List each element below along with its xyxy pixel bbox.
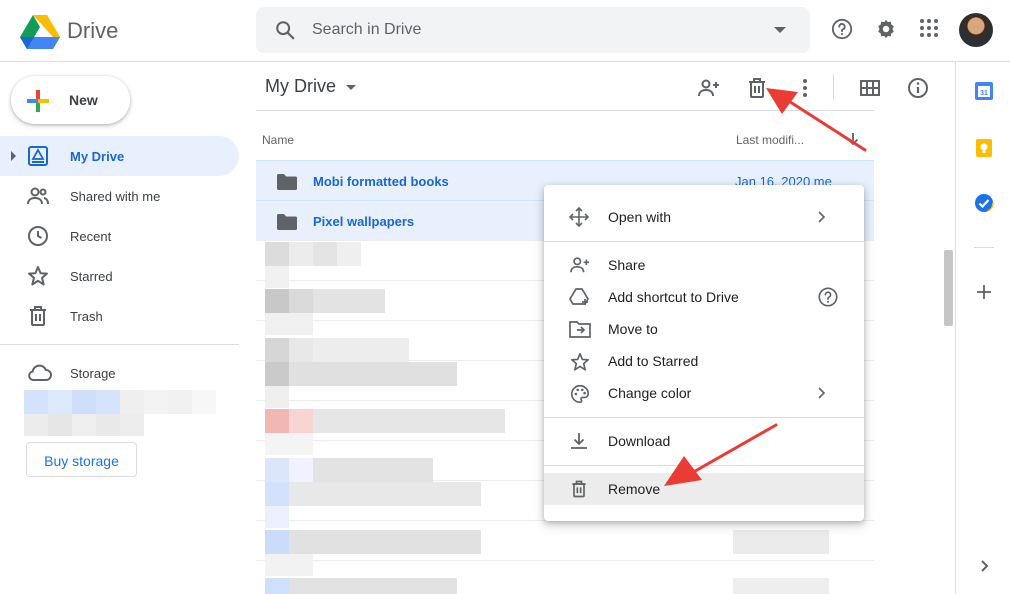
column-header-name[interactable]: Name <box>262 133 294 147</box>
trash-icon <box>26 304 50 328</box>
add-addon-icon[interactable] <box>974 282 994 302</box>
file-name: Mobi formatted books <box>313 174 449 189</box>
trash-icon <box>569 479 589 499</box>
people-icon <box>26 184 50 208</box>
menu-item-label: Change color <box>608 385 692 401</box>
share-add-person-icon[interactable] <box>697 76 721 100</box>
help-icon[interactable] <box>831 18 853 40</box>
palette-icon <box>569 383 591 405</box>
annotation-arrow-trash <box>766 88 867 152</box>
side-panel: 31 <box>955 62 1010 594</box>
search-bar[interactable]: Search in Drive <box>256 7 810 53</box>
cloud-icon <box>26 362 52 382</box>
star-icon <box>26 264 50 288</box>
svg-text:31: 31 <box>980 90 988 97</box>
clock-icon <box>26 224 50 248</box>
menu-item-label: Add to Starred <box>608 353 699 369</box>
search-input[interactable]: Search in Drive <box>312 21 421 39</box>
help-icon[interactable] <box>817 286 839 308</box>
buy-storage-label: Buy storage <box>44 453 119 469</box>
sidebar-item-starred[interactable]: Starred <box>0 256 239 296</box>
sidebar-item-label: Shared with me <box>70 189 161 204</box>
menu-item-label: Remove <box>608 481 661 497</box>
menu-item-share[interactable]: Share <box>544 249 864 281</box>
sidebar-item-label: Starred <box>70 269 113 284</box>
expand-arrow-icon[interactable] <box>11 151 16 161</box>
menu-item-move-to[interactable]: Move to <box>544 313 864 345</box>
folder-icon <box>276 173 298 191</box>
menu-separator <box>544 241 864 242</box>
menu-item-open-with[interactable]: Open with <box>544 201 864 233</box>
menu-item-add-to-starred[interactable]: Add to Starred <box>544 345 864 377</box>
storage-label: Storage <box>70 366 116 381</box>
sidebar-item-label: My Drive <box>70 149 125 164</box>
sidebar-divider <box>0 344 239 345</box>
menu-item-label: Move to <box>608 321 658 337</box>
my-drive-icon <box>26 144 50 168</box>
move-folder-icon <box>569 319 591 339</box>
new-button[interactable]: New <box>11 76 130 124</box>
menu-item-change-color[interactable]: Change color <box>544 377 864 409</box>
panel-divider <box>974 247 994 248</box>
account-avatar[interactable] <box>959 13 993 47</box>
sidebar-item-shared-with-me[interactable]: Shared with me <box>0 176 239 216</box>
chevron-right-icon[interactable] <box>974 556 994 576</box>
tasks-icon[interactable] <box>974 193 994 213</box>
search-options-icon[interactable] <box>774 27 786 33</box>
settings-gear-icon[interactable] <box>875 18 897 40</box>
plus-icon <box>25 88 51 114</box>
apps-grid-icon[interactable] <box>919 18 939 38</box>
menu-separator <box>544 417 864 418</box>
move-arrows-icon <box>569 207 589 227</box>
drive-logo-icon[interactable] <box>20 13 60 49</box>
menu-item-label: Open with <box>608 209 672 225</box>
menu-item-label: Add shortcut to Drive <box>608 289 739 305</box>
sidebar-item-label: Recent <box>70 229 112 244</box>
menu-item-add-shortcut[interactable]: Add shortcut to Drive <box>544 281 864 313</box>
scrollbar-thumb[interactable] <box>944 250 953 326</box>
app-name[interactable]: Drive <box>67 18 118 44</box>
sidebar-item-my-drive[interactable]: My Drive <box>0 136 239 176</box>
star-icon <box>569 351 591 373</box>
new-button-label: New <box>69 92 98 108</box>
info-icon[interactable] <box>906 76 930 100</box>
add-person-icon <box>569 255 591 275</box>
search-icon[interactable] <box>274 19 296 41</box>
calendar-icon[interactable]: 31 <box>974 81 994 101</box>
keep-icon[interactable] <box>974 138 994 158</box>
folder-icon <box>276 213 298 231</box>
annotation-arrow-remove <box>664 423 778 486</box>
shortcut-drive-icon <box>569 287 591 307</box>
download-icon <box>569 431 589 451</box>
chevron-right-icon <box>816 387 826 399</box>
sidebar-item-label: Trash <box>70 309 103 324</box>
top-bar: Drive Search in Drive <box>0 0 1010 62</box>
title-dropdown-icon[interactable] <box>346 85 356 90</box>
sidebar-item-trash[interactable]: Trash <box>0 296 239 336</box>
buy-storage-button[interactable]: Buy storage <box>26 442 137 477</box>
file-name: Pixel wallpapers <box>313 214 415 229</box>
page-title[interactable]: My Drive <box>265 76 336 97</box>
sidebar-item-recent[interactable]: Recent <box>0 216 239 256</box>
chevron-right-icon <box>816 211 826 223</box>
menu-item-label: Share <box>608 257 646 273</box>
